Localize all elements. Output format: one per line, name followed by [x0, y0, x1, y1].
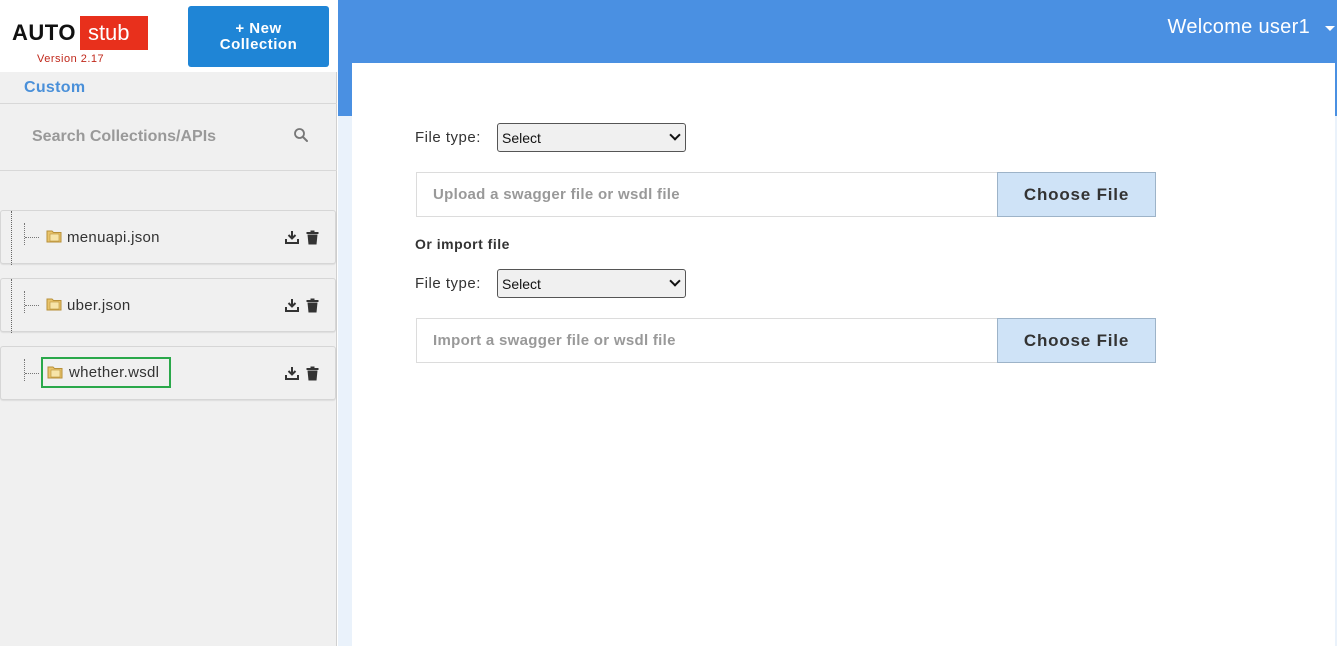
- chevron-down-icon: [669, 275, 681, 287]
- search-row: [0, 104, 337, 170]
- search-input[interactable]: [22, 122, 282, 152]
- tree-line: [11, 279, 12, 333]
- upload-select-value: Select: [502, 129, 541, 146]
- search-icon[interactable]: [293, 127, 309, 143]
- upload-file-type-label: File type:: [415, 129, 481, 146]
- collection-item-menuapi[interactable]: menuapi.json: [0, 210, 336, 265]
- brand-area: AUTO stub Version 2.17 + New Collection: [0, 0, 337, 72]
- upload-file-row[interactable]: Upload a swagger file or wsdl file Choos…: [416, 172, 1156, 217]
- download-icon[interactable]: [285, 366, 299, 380]
- upload-file-type-select[interactable]: Select: [497, 123, 686, 152]
- chevron-down-icon[interactable]: [1325, 26, 1335, 31]
- import-file-type-select[interactable]: Select: [497, 269, 686, 298]
- trash-icon[interactable]: [306, 366, 319, 381]
- folder-icon: [47, 366, 63, 379]
- app-version: Version 2.17: [37, 53, 105, 65]
- chevron-down-icon: [669, 129, 681, 141]
- collection-name[interactable]: uber.json: [67, 297, 131, 314]
- collection-item-whether[interactable]: whether.wsdl: [0, 346, 336, 400]
- download-icon[interactable]: [285, 230, 299, 244]
- collection-item-uber[interactable]: uber.json: [0, 278, 336, 333]
- download-icon[interactable]: [285, 298, 299, 312]
- folder-icon: [46, 298, 62, 311]
- welcome-user-menu[interactable]: Welcome user1: [1168, 16, 1310, 39]
- new-collection-label-line1: + New: [235, 19, 282, 37]
- tree-line: [11, 211, 12, 265]
- logo-auto-text: AUTO: [12, 20, 76, 45]
- import-select-value: Select: [502, 275, 541, 292]
- collection-name: whether.wsdl: [69, 364, 160, 381]
- tree-connector: [24, 291, 42, 313]
- tree-connector: [24, 359, 42, 381]
- import-file-placeholder: Import a swagger file or wsdl file: [433, 332, 676, 349]
- new-collection-button[interactable]: + New Collection: [188, 6, 329, 67]
- trash-icon[interactable]: [306, 298, 319, 313]
- import-choose-file-button[interactable]: Choose File: [997, 318, 1156, 363]
- upload-file-placeholder: Upload a swagger file or wsdl file: [433, 186, 680, 203]
- divider: [0, 170, 337, 171]
- tree-connector: [24, 223, 42, 245]
- sidebar: AUTO stub Version 2.17 + New Collection …: [0, 0, 337, 646]
- upload-choose-file-button[interactable]: Choose File: [997, 172, 1156, 217]
- section-label-custom[interactable]: Custom: [24, 79, 85, 97]
- new-collection-label-line2: Collection: [219, 35, 298, 53]
- app-logo: AUTO stub: [12, 16, 148, 50]
- folder-icon: [46, 230, 62, 243]
- logo-stub-text: stub: [79, 16, 148, 50]
- import-file-row[interactable]: Import a swagger file or wsdl file Choos…: [416, 318, 1156, 363]
- trash-icon[interactable]: [306, 230, 319, 245]
- import-file-type-label: File type:: [415, 275, 481, 292]
- or-import-label: Or import file: [415, 236, 510, 252]
- collection-name[interactable]: menuapi.json: [67, 229, 160, 246]
